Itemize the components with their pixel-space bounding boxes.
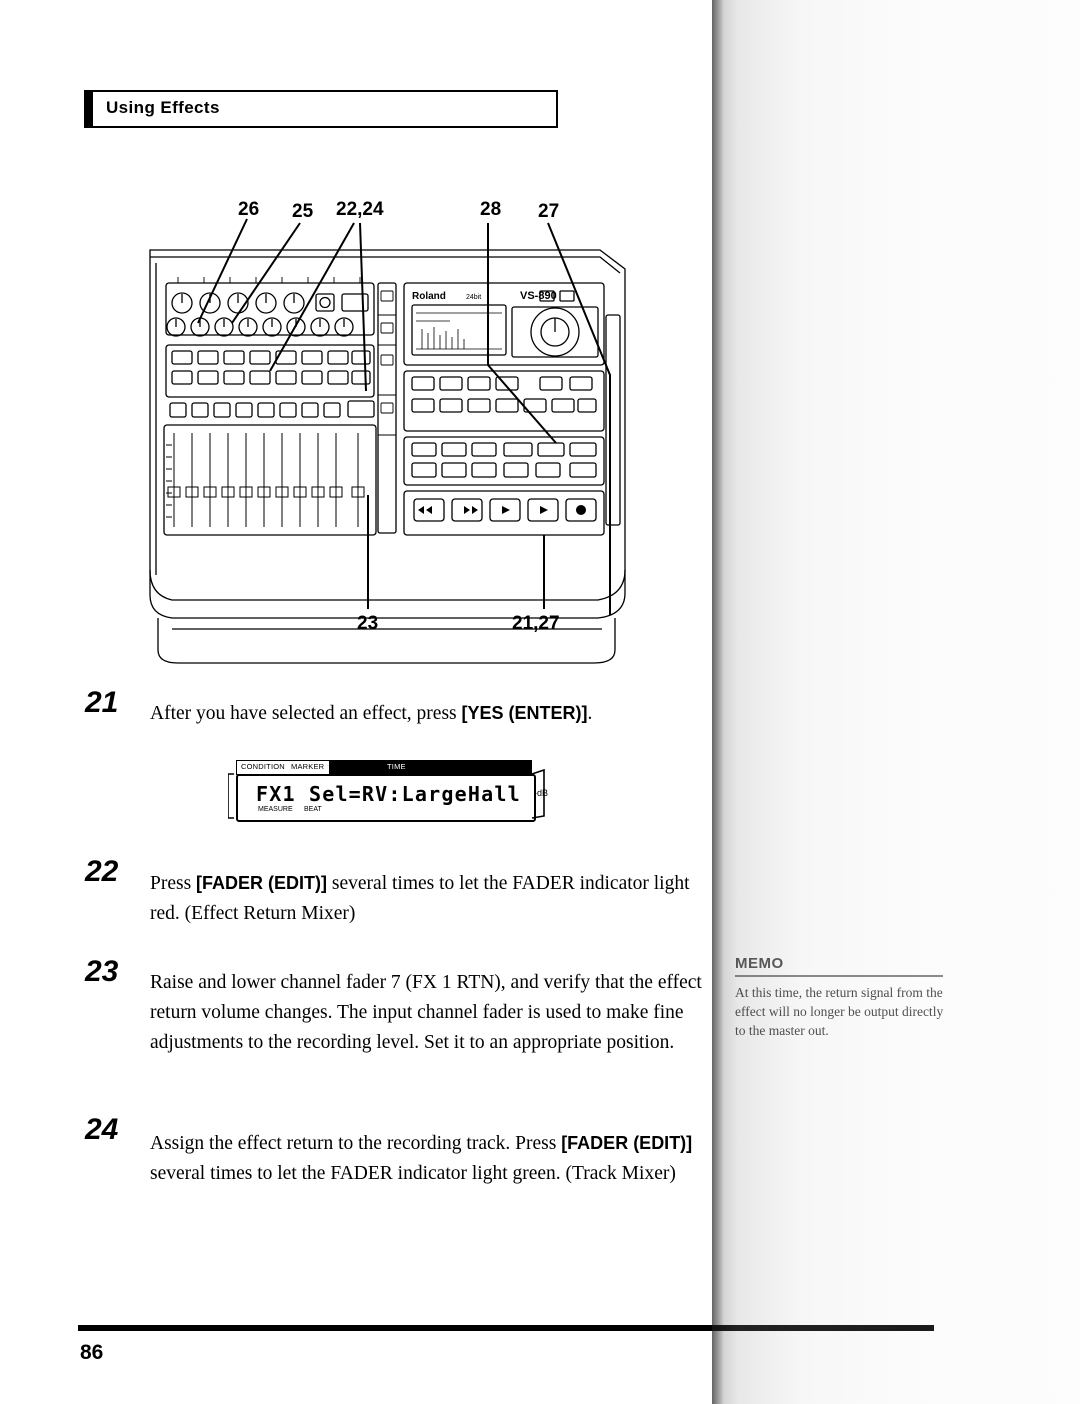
step-22-part-1: Press: [150, 873, 197, 894]
step-21-part-3: .: [587, 703, 593, 724]
step-number-24: 24: [85, 1113, 119, 1146]
step-number-22: 22: [85, 855, 119, 888]
lcd-illustration: CONDITION MARKER TIME FX1 Sel=RV:LargeHa…: [228, 760, 548, 822]
step-22-key: [FADER (EDIT)]: [196, 873, 328, 893]
step-24-part-3: several times to let the FADER indicator…: [150, 1163, 676, 1184]
step-21-part-1: After you have selected an effect, press: [150, 703, 462, 724]
step-text-22: Press [FADER (EDIT)] several times to le…: [150, 868, 695, 929]
callout-22-24: 22,24: [336, 199, 384, 220]
step-24-part-1: Assign the effect return to the recordin…: [150, 1133, 562, 1154]
svg-text:Roland: Roland: [412, 291, 446, 302]
page-number: 86: [80, 1341, 104, 1364]
callout-23: 23: [357, 613, 379, 634]
device-illustration: Roland 24bit VS-890: [149, 218, 626, 664]
memo-body: At this time, the return signal from the…: [735, 985, 944, 1038]
callout-25: 25: [292, 201, 314, 222]
callout-27: 27: [538, 201, 560, 222]
device-figure: 26 25 22,24 28 27 23 21,27 Roland 24bit …: [120, 195, 680, 665]
memo-box: MEMO At this time, the return signal fro…: [735, 955, 945, 1040]
memo-heading: MEMO: [735, 955, 945, 972]
callout-26: 26: [238, 199, 260, 220]
step-number-21: 21: [85, 686, 119, 719]
step-text-21: After you have selected an effect, press…: [150, 698, 710, 729]
lcd-bracket: [228, 768, 545, 819]
step-text-23: Raise and lower channel fader 7 (FX 1 RT…: [150, 972, 702, 1053]
chapter-header-bar: [86, 92, 93, 126]
memo-divider: [735, 975, 943, 977]
svg-text:VS-890: VS-890: [520, 290, 557, 302]
page-title: Using Effects: [106, 98, 220, 117]
step-21-key: [YES (ENTER)]: [461, 703, 588, 723]
memo-heading-text: MEMO: [735, 955, 784, 972]
chapter-header: Using Effects: [84, 90, 558, 128]
callout-21-27: 21,27: [512, 613, 560, 634]
callout-28: 28: [480, 199, 502, 220]
footer-rule: [78, 1325, 934, 1331]
svg-text:24bit: 24bit: [466, 294, 481, 301]
step-text-24: Assign the effect return to the recordin…: [150, 1128, 710, 1189]
manual-page: Using Effects 26 25 22,24 28 27 23 21,27: [0, 0, 1080, 1404]
step-number-23: 23: [85, 955, 119, 988]
step-24-key: [FADER (EDIT)]: [561, 1133, 693, 1153]
